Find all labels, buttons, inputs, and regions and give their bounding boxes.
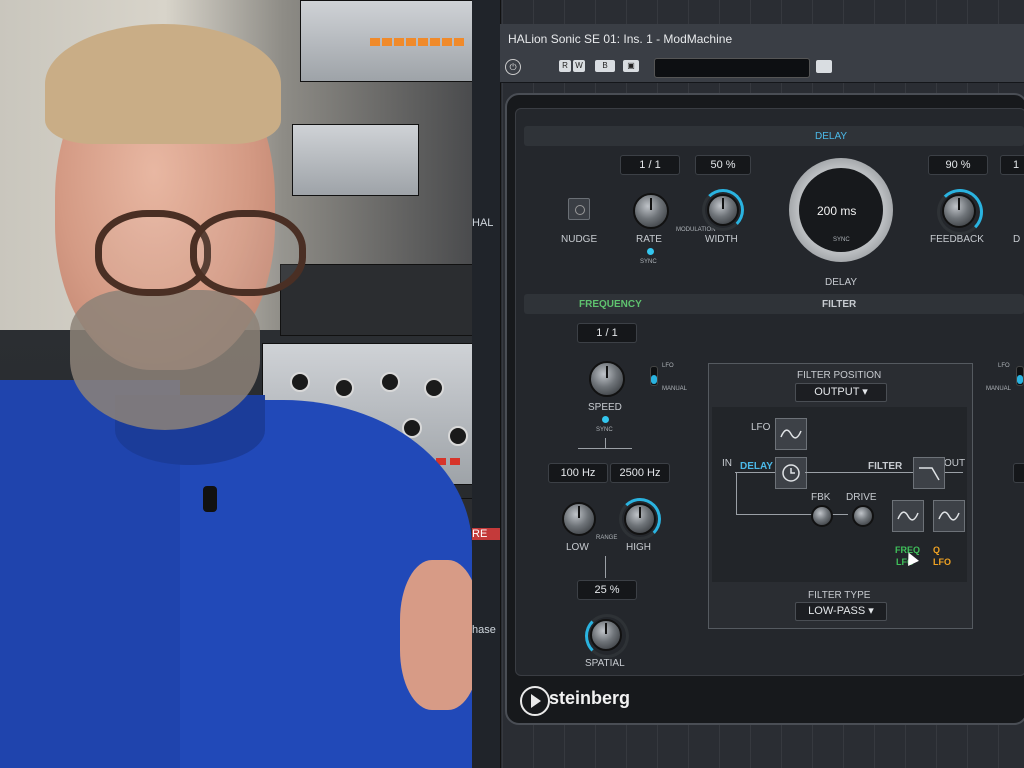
drive-knob[interactable] — [852, 505, 874, 527]
range-label: RANGE — [596, 535, 618, 541]
read-button[interactable]: R — [559, 60, 571, 72]
presenter-hand — [400, 560, 472, 710]
right-lfo-label: LFO — [998, 363, 1010, 369]
routing-filter-label: FILTER — [868, 461, 903, 472]
signal-line-mid — [805, 472, 913, 473]
spatial-value[interactable]: 25 % — [577, 580, 637, 600]
filter-type-title: FILTER TYPE — [808, 590, 871, 601]
delay-header: DELAY — [815, 131, 848, 142]
fbk-knob[interactable] — [811, 505, 833, 527]
right-lfo-switch[interactable] — [1016, 366, 1024, 386]
rate-value[interactable]: 1 / 1 — [620, 155, 680, 175]
routing-diagram — [712, 407, 967, 582]
q-lfo-label: LFO — [933, 557, 951, 567]
nudge-label: NUDGE — [561, 234, 598, 245]
routing-lfo-label: LFO — [751, 422, 771, 433]
feedback-knob[interactable] — [942, 194, 976, 228]
q-lfo-wave-icon[interactable] — [933, 500, 965, 532]
lowpass-curve-icon[interactable] — [913, 457, 945, 489]
window-title: HALion Sonic SE 01: Ins. 1 - ModMachine — [508, 32, 733, 46]
strip-tab-re[interactable]: RE — [472, 528, 500, 540]
right-value-box[interactable] — [1013, 463, 1024, 483]
signal-line-in — [735, 472, 775, 473]
test-instrument — [292, 124, 419, 196]
signal-line-out — [943, 472, 963, 473]
rate-label: RATE — [636, 234, 662, 245]
feedback-label: FEEDBACK — [930, 234, 984, 245]
presenter-beard — [70, 290, 260, 430]
low-knob[interactable] — [562, 502, 596, 536]
q-mod-label[interactable]: Q — [933, 545, 940, 555]
delay-lfo-wave-icon[interactable] — [775, 418, 807, 450]
modulation-label: MODULATION — [676, 227, 716, 233]
delay-block-clock-icon[interactable] — [775, 457, 807, 489]
delay-label: DELAY — [825, 277, 858, 288]
save-preset-button[interactable]: ▣ — [623, 60, 639, 72]
low-label: LOW — [566, 542, 589, 553]
feedback-line-v — [736, 472, 737, 514]
spatial-knob[interactable] — [590, 619, 622, 651]
range-connector — [605, 438, 606, 448]
width-label: WIDTH — [705, 234, 738, 245]
drive-label: DRIVE — [846, 492, 877, 503]
freq-lfo-wave-icon[interactable] — [892, 500, 924, 532]
right-manual-label: MANUAL — [986, 386, 1012, 392]
delay-section-header — [524, 126, 1024, 146]
feedback-value[interactable]: 90 % — [928, 155, 988, 175]
nudge-button[interactable] — [568, 198, 590, 220]
speed-sync-label: SYNC — [596, 427, 613, 433]
preset-selector[interactable] — [654, 58, 810, 78]
routing-out-label: OUT — [944, 458, 966, 469]
lavalier-mic — [203, 486, 217, 512]
steinberg-logo-icon — [520, 686, 550, 716]
width-value[interactable]: 50 % — [695, 155, 751, 175]
high-value[interactable]: 2500 Hz — [610, 463, 670, 483]
high-knob[interactable] — [624, 503, 656, 535]
delay-knob-sync: SYNC — [833, 237, 850, 243]
extra-value[interactable]: 1 — [1000, 155, 1024, 175]
range-connector-h — [578, 448, 632, 449]
dr-label: D — [1013, 234, 1021, 245]
filter-type-dropdown[interactable]: LOW-PASS ▾ — [795, 602, 887, 621]
speed-sync-led[interactable] — [602, 416, 609, 423]
high-label: HIGH — [626, 542, 651, 553]
filter-position-title: FILTER POSITION — [797, 370, 882, 381]
strip-tab-halion[interactable]: HAL — [472, 217, 500, 229]
rate-sync-led[interactable] — [647, 248, 654, 255]
manual-label: MANUAL — [662, 386, 688, 392]
speed-knob[interactable] — [589, 361, 625, 397]
filter-header: FILTER — [822, 299, 857, 310]
routing-delay-label: DELAY — [740, 461, 773, 472]
lfo-label: LFO — [662, 363, 674, 369]
fbk-label: FBK — [811, 492, 831, 503]
filter-position-dropdown[interactable]: OUTPUT ▾ — [795, 383, 887, 402]
rate-knob[interactable] — [633, 193, 669, 229]
routing-in-label: IN — [722, 458, 732, 469]
low-value[interactable]: 100 Hz — [548, 463, 608, 483]
compare-button[interactable]: B — [595, 60, 615, 72]
strip-tab-phase[interactable]: hase — [472, 624, 500, 636]
spatial-label: SPATIAL — [585, 658, 625, 669]
glasses-right-lens — [190, 210, 306, 296]
presenter-hair — [45, 24, 281, 144]
steinberg-wordmark: steinberg — [549, 688, 631, 708]
camera-icon[interactable] — [816, 60, 832, 73]
speed-label: SPEED — [588, 402, 622, 413]
track-strip: HAL RE hase — [472, 0, 501, 768]
rack-compressor — [280, 264, 472, 336]
frequency-header: FREQUENCY — [579, 299, 642, 310]
power-icon[interactable]: ⏻ — [505, 59, 521, 75]
spatial-connector — [605, 556, 606, 578]
delay-time-value: 200 ms — [817, 204, 857, 218]
write-button[interactable]: W — [573, 60, 585, 72]
presenter-video — [0, 0, 472, 768]
rate-sync-label: SYNC — [640, 259, 657, 265]
speed-value[interactable]: 1 / 1 — [577, 323, 637, 343]
lfo-manual-switch[interactable] — [650, 366, 658, 386]
width-knob[interactable] — [707, 194, 739, 226]
